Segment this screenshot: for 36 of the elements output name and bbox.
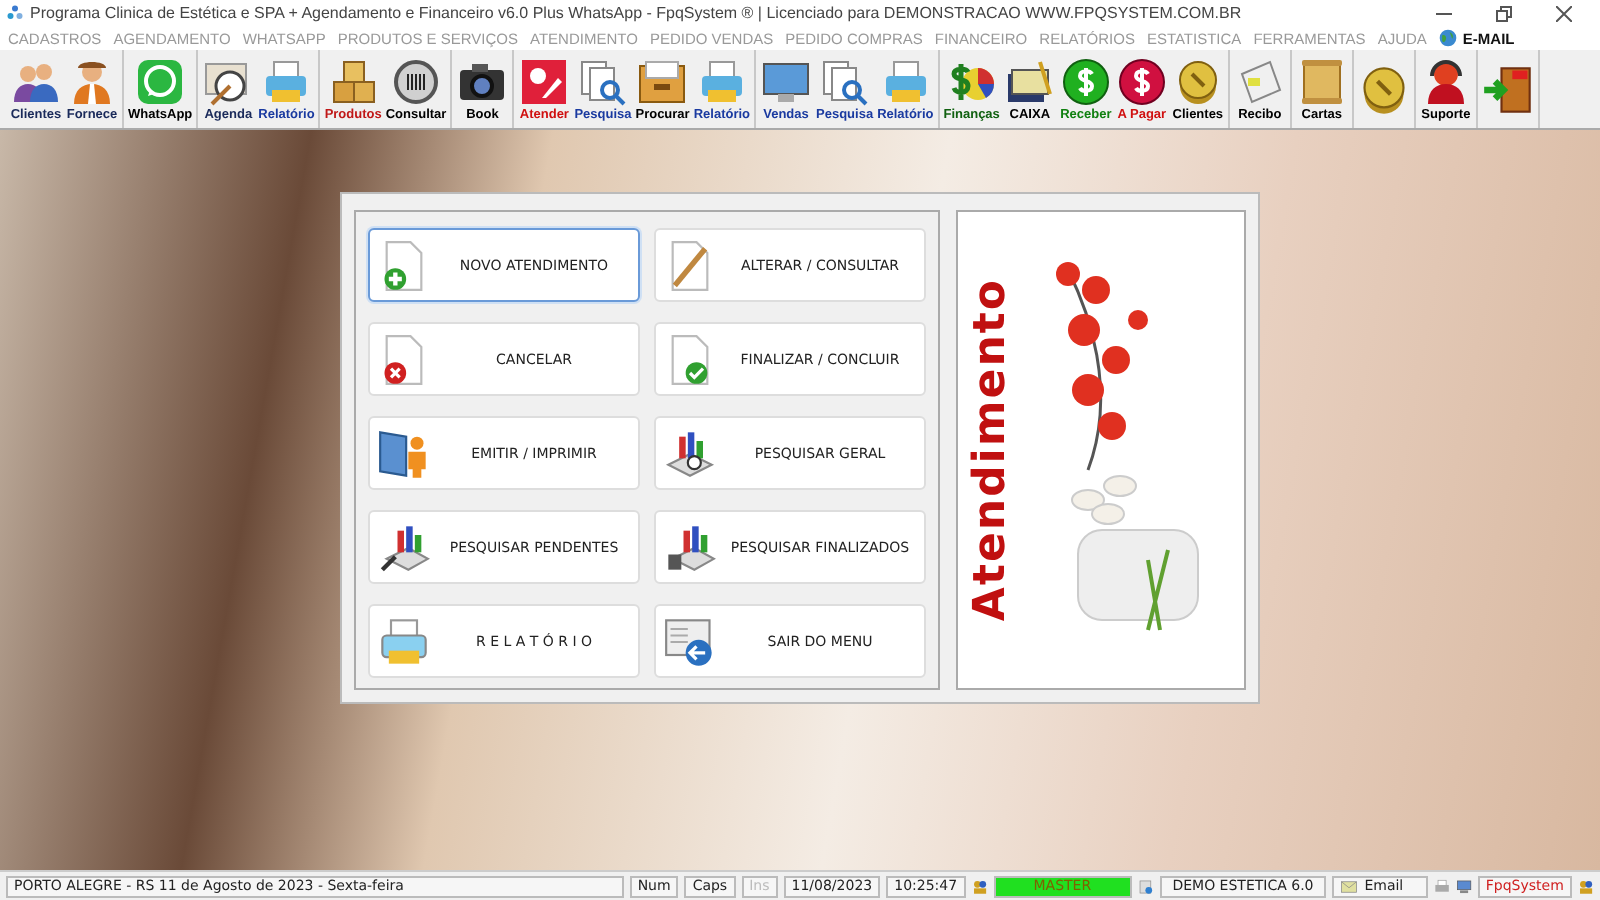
window-arrow-icon xyxy=(664,615,716,667)
computer-icon xyxy=(1455,877,1472,895)
banner-title: Atendimento xyxy=(966,278,1016,622)
chart-search-icon xyxy=(664,521,716,573)
coins-icon xyxy=(1173,57,1222,105)
parchment-icon xyxy=(1297,57,1346,105)
dollar-icon xyxy=(1117,57,1166,105)
mail-icon xyxy=(1340,877,1359,895)
screen-person-icon xyxy=(378,427,430,479)
close-icon[interactable] xyxy=(1556,5,1572,21)
coins-icon xyxy=(1357,63,1410,115)
drawer-icon xyxy=(638,57,687,105)
boxes-icon xyxy=(329,57,378,105)
chat-icon xyxy=(136,57,185,105)
printer-icon xyxy=(697,57,746,105)
window-title: Programa Clinica de Estética e SPA + Agendamento e Financeiro v6.0 Plus WhatsApp - FpqSystem ® | Licenciado para DEMONSTRACAO WWW.FPQSYSTEM.COM.BR xyxy=(30,4,1244,22)
documents-icon xyxy=(820,57,869,105)
chart-search-icon xyxy=(664,427,716,479)
person-icon xyxy=(68,57,116,105)
app-icon xyxy=(6,4,24,22)
restore-icon[interactable] xyxy=(1496,5,1512,21)
barcode-disc-icon xyxy=(392,57,441,105)
users-icon xyxy=(971,877,988,895)
database-icon xyxy=(1137,877,1154,895)
printer-icon xyxy=(262,57,311,105)
dollar-icon xyxy=(1061,57,1110,105)
printer-icon xyxy=(881,57,930,105)
monitor-icon xyxy=(762,57,811,105)
documents-icon xyxy=(578,57,627,105)
globe-icon xyxy=(1438,28,1459,48)
users-icon xyxy=(1577,877,1594,895)
chart-search-icon xyxy=(378,521,430,573)
printer-icon xyxy=(378,615,430,667)
printer-icon xyxy=(1433,877,1450,895)
exit-door-icon xyxy=(1481,63,1534,115)
cash-book-icon xyxy=(1005,57,1054,105)
